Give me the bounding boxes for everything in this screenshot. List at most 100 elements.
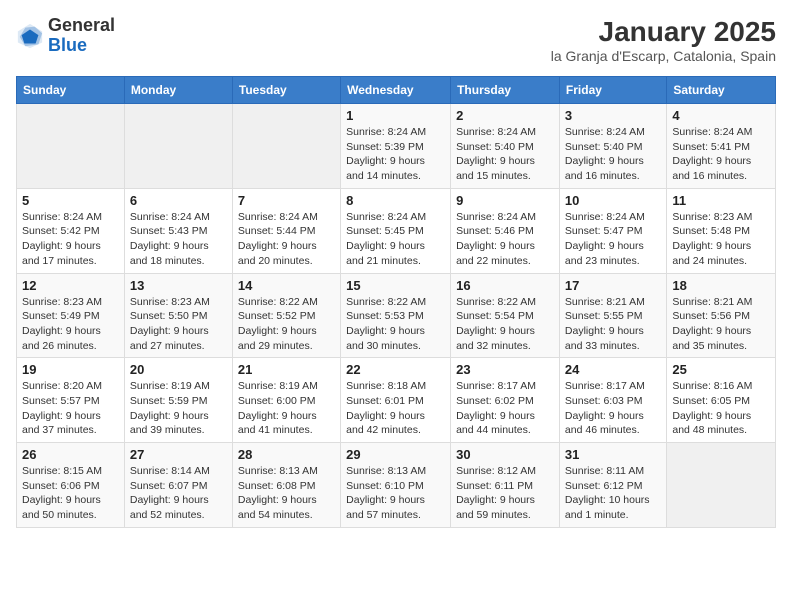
day-number: 17 [565, 278, 661, 293]
calendar-cell: 4 Sunrise: 8:24 AM Sunset: 5:41 PM Daylig… [667, 104, 776, 189]
day-info: Sunrise: 8:13 AM Sunset: 6:10 PM Dayligh… [346, 464, 445, 523]
day-info: Sunrise: 8:24 AM Sunset: 5:46 PM Dayligh… [456, 210, 554, 269]
calendar-header: SundayMondayTuesdayWednesdayThursdayFrid… [17, 77, 776, 104]
page-header: General Blue January 2025 la Granja d'Es… [16, 16, 776, 64]
calendar-cell [232, 104, 340, 189]
calendar-cell: 3Sunrise: 8:24 AM Sunset: 5:40 PM Daylig… [559, 104, 666, 189]
day-number: 2 [456, 108, 554, 123]
day-number: 16 [456, 278, 554, 293]
day-info: Sunrise: 8:16 AM Sunset: 6:05 PM Dayligh… [672, 379, 770, 438]
day-info: Sunrise: 8:23 AM Sunset: 5:48 PM Dayligh… [672, 210, 770, 269]
day-info: Sunrise: 8:22 AM Sunset: 5:54 PM Dayligh… [456, 295, 554, 354]
calendar-week-row: 26Sunrise: 8:15 AM Sunset: 6:06 PM Dayli… [17, 443, 776, 528]
calendar-cell: 27Sunrise: 8:14 AM Sunset: 6:07 PM Dayli… [124, 443, 232, 528]
page-title: January 2025 [551, 16, 776, 48]
page-subtitle: la Granja d'Escarp, Catalonia, Spain [551, 48, 776, 64]
day-info: Sunrise: 8:23 AM Sunset: 5:49 PM Dayligh… [22, 295, 119, 354]
logo-icon [16, 22, 44, 50]
calendar-cell: 31 Sunrise: 8:11 AM Sunset: 6:12 PM Dayli… [559, 443, 666, 528]
calendar-cell: 29 Sunrise: 8:13 AM Sunset: 6:10 PM Dayli… [341, 443, 451, 528]
day-number: 25 [672, 362, 770, 377]
day-info: Sunrise: 8:20 AM Sunset: 5:57 PM Dayligh… [22, 379, 119, 438]
calendar-table: SundayMondayTuesdayWednesdayThursdayFrid… [16, 76, 776, 528]
weekday-header: Wednesday [341, 77, 451, 104]
day-info: Sunrise: 8:18 AM Sunset: 6:01 PM Dayligh… [346, 379, 445, 438]
logo-general: General [48, 16, 115, 36]
calendar-cell: 13Sunrise: 8:23 AM Sunset: 5:50 PM Dayli… [124, 273, 232, 358]
day-number: 12 [22, 278, 119, 293]
day-number: 23 [456, 362, 554, 377]
day-number: 29 [346, 447, 445, 462]
day-number: 22 [346, 362, 445, 377]
day-info: Sunrise: 8:17 AM Sunset: 6:02 PM Dayligh… [456, 379, 554, 438]
calendar-week-row: 12 Sunrise: 8:23 AM Sunset: 5:49 PM Dayli… [17, 273, 776, 358]
day-number: 1 [346, 108, 445, 123]
calendar-cell: 16 Sunrise: 8:22 AM Sunset: 5:54 PM Dayli… [451, 273, 560, 358]
day-info: Sunrise: 8:22 AM Sunset: 5:52 PM Dayligh… [238, 295, 335, 354]
day-number: 24 [565, 362, 661, 377]
day-number: 8 [346, 193, 445, 208]
title-block: January 2025 la Granja d'Escarp, Catalon… [551, 16, 776, 64]
day-info: Sunrise: 8:17 AM Sunset: 6:03 PM Dayligh… [565, 379, 661, 438]
calendar-cell: 10 Sunrise: 8:24 AM Sunset: 5:47 PM Dayli… [559, 188, 666, 273]
day-info: Sunrise: 8:22 AM Sunset: 5:53 PM Dayligh… [346, 295, 445, 354]
day-number: 5 [22, 193, 119, 208]
calendar-cell: 20 Sunrise: 8:19 AM Sunset: 5:59 PM Dayli… [124, 358, 232, 443]
day-info: Sunrise: 8:19 AM Sunset: 6:00 PM Dayligh… [238, 379, 335, 438]
day-info: Sunrise: 8:19 AM Sunset: 5:59 PM Dayligh… [130, 379, 227, 438]
day-info: Sunrise: 8:24 AM Sunset: 5:39 PM Dayligh… [346, 125, 445, 184]
logo-blue: Blue [48, 36, 115, 56]
day-number: 31 [565, 447, 661, 462]
weekday-header: Sunday [17, 77, 125, 104]
calendar-cell: 17 Sunrise: 8:21 AM Sunset: 5:55 PM Dayli… [559, 273, 666, 358]
day-info: Sunrise: 8:21 AM Sunset: 5:55 PM Dayligh… [565, 295, 661, 354]
day-number: 14 [238, 278, 335, 293]
day-number: 19 [22, 362, 119, 377]
calendar-cell: 24 Sunrise: 8:17 AM Sunset: 6:03 PM Dayli… [559, 358, 666, 443]
day-number: 20 [130, 362, 227, 377]
calendar-cell: 30 Sunrise: 8:12 AM Sunset: 6:11 PM Dayli… [451, 443, 560, 528]
day-info: Sunrise: 8:13 AM Sunset: 6:08 PM Dayligh… [238, 464, 335, 523]
day-info: Sunrise: 8:24 AM Sunset: 5:43 PM Dayligh… [130, 210, 227, 269]
day-number: 21 [238, 362, 335, 377]
logo: General Blue [16, 16, 115, 56]
calendar-week-row: 19 Sunrise: 8:20 AM Sunset: 5:57 PM Dayli… [17, 358, 776, 443]
day-number: 10 [565, 193, 661, 208]
day-info: Sunrise: 8:24 AM Sunset: 5:45 PM Dayligh… [346, 210, 445, 269]
day-info: Sunrise: 8:24 AM Sunset: 5:44 PM Dayligh… [238, 210, 335, 269]
calendar-cell: 26Sunrise: 8:15 AM Sunset: 6:06 PM Dayli… [17, 443, 125, 528]
day-number: 4 [672, 108, 770, 123]
day-info: Sunrise: 8:12 AM Sunset: 6:11 PM Dayligh… [456, 464, 554, 523]
calendar-cell: 22 Sunrise: 8:18 AM Sunset: 6:01 PM Dayli… [341, 358, 451, 443]
day-info: Sunrise: 8:24 AM Sunset: 5:40 PM Dayligh… [565, 125, 661, 184]
calendar-cell: 21 Sunrise: 8:19 AM Sunset: 6:00 PM Dayli… [232, 358, 340, 443]
day-number: 15 [346, 278, 445, 293]
calendar-cell [124, 104, 232, 189]
weekday-header: Saturday [667, 77, 776, 104]
calendar-cell: 14 Sunrise: 8:22 AM Sunset: 5:52 PM Dayli… [232, 273, 340, 358]
day-number: 30 [456, 447, 554, 462]
calendar-cell: 8 Sunrise: 8:24 AM Sunset: 5:45 PM Daylig… [341, 188, 451, 273]
weekday-header: Thursday [451, 77, 560, 104]
day-info: Sunrise: 8:24 AM Sunset: 5:41 PM Dayligh… [672, 125, 770, 184]
day-number: 28 [238, 447, 335, 462]
day-info: Sunrise: 8:11 AM Sunset: 6:12 PM Dayligh… [565, 464, 661, 523]
day-number: 7 [238, 193, 335, 208]
day-number: 11 [672, 193, 770, 208]
day-number: 27 [130, 447, 227, 462]
calendar-cell: 1 Sunrise: 8:24 AM Sunset: 5:39 PM Daylig… [341, 104, 451, 189]
calendar-cell: 6Sunrise: 8:24 AM Sunset: 5:43 PM Daylig… [124, 188, 232, 273]
day-number: 9 [456, 193, 554, 208]
weekday-header: Friday [559, 77, 666, 104]
calendar-cell: 23 Sunrise: 8:17 AM Sunset: 6:02 PM Dayli… [451, 358, 560, 443]
day-info: Sunrise: 8:24 AM Sunset: 5:40 PM Dayligh… [456, 125, 554, 184]
calendar-cell: 5Sunrise: 8:24 AM Sunset: 5:42 PM Daylig… [17, 188, 125, 273]
day-info: Sunrise: 8:24 AM Sunset: 5:47 PM Dayligh… [565, 210, 661, 269]
day-number: 18 [672, 278, 770, 293]
day-number: 13 [130, 278, 227, 293]
calendar-cell: 25 Sunrise: 8:16 AM Sunset: 6:05 PM Dayli… [667, 358, 776, 443]
weekday-header: Tuesday [232, 77, 340, 104]
calendar-cell: 9 Sunrise: 8:24 AM Sunset: 5:46 PM Daylig… [451, 188, 560, 273]
calendar-week-row: 1 Sunrise: 8:24 AM Sunset: 5:39 PM Daylig… [17, 104, 776, 189]
weekday-row: SundayMondayTuesdayWednesdayThursdayFrid… [17, 77, 776, 104]
